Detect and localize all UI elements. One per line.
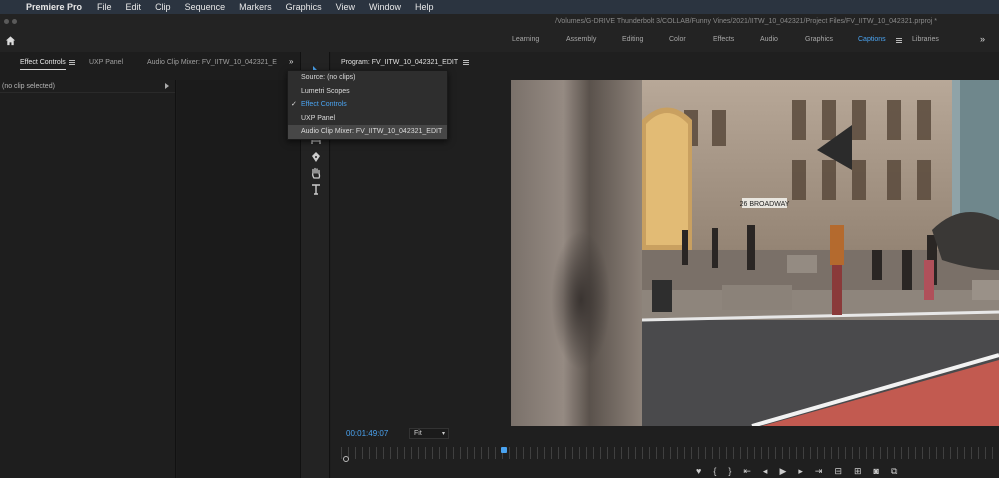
mark-out-icon[interactable]: }: [728, 466, 731, 478]
play-icon[interactable]: ▶: [779, 466, 786, 478]
menu-edit[interactable]: Edit: [126, 2, 142, 12]
workspace-effects[interactable]: Effects: [713, 36, 734, 43]
comparison-view-icon[interactable]: ⧉: [891, 466, 897, 478]
add-marker-icon[interactable]: ♥: [696, 466, 701, 478]
project-path: /Volumes/G-DRIVE Thunderbolt 3/COLLAB/Fu…: [555, 18, 937, 25]
mac-menubar: Premiere Pro File Edit Clip Sequence Mar…: [0, 0, 999, 14]
blurred-pillarbox: [511, 80, 642, 426]
menu-help[interactable]: Help: [415, 2, 434, 12]
workspace-assembly[interactable]: Assembly: [566, 36, 596, 43]
menu-item-audio-clip-mixer[interactable]: Audio Clip Mixer: FV_IITW_10_042321_EDIT: [288, 125, 447, 139]
zoom-fit-select[interactable]: Fit ▾: [409, 428, 449, 439]
workspace-captions[interactable]: Captions: [858, 36, 886, 43]
overwrite-icon[interactable]: ⊞: [854, 466, 862, 478]
left-panel-tabs: Effect Controls UXP Panel Audio Clip Mix…: [0, 52, 300, 72]
pen-tool-icon[interactable]: [309, 150, 323, 164]
tab-effect-controls[interactable]: Effect Controls: [20, 59, 66, 70]
panel-overflow-menu: Source: (no clips) Lumetri Scopes Effect…: [287, 70, 448, 140]
workspace-graphics[interactable]: Graphics: [805, 36, 833, 43]
type-tool-icon[interactable]: [309, 182, 323, 196]
workspace-editing[interactable]: Editing: [622, 36, 643, 43]
expand-triangle-icon[interactable]: [165, 83, 169, 89]
menu-file[interactable]: File: [97, 2, 112, 12]
program-time-ruler[interactable]: [341, 447, 999, 459]
transport-controls: ♥ { } ⇤ ◂ ▶ ▸ ⇥ ⊟ ⊞ ◙ ⧉: [696, 466, 996, 478]
effect-controls-panel: (no clip selected): [0, 80, 176, 478]
menu-view[interactable]: View: [336, 2, 355, 12]
workspace-learning[interactable]: Learning: [512, 36, 539, 43]
menu-clip[interactable]: Clip: [155, 2, 171, 12]
more-workspaces-icon[interactable]: »: [980, 34, 985, 44]
effect-controls-timeline-area: [177, 80, 300, 478]
no-clip-label: (no clip selected): [2, 83, 55, 90]
menu-item-uxp-panel[interactable]: UXP Panel: [288, 112, 447, 126]
menu-window[interactable]: Window: [369, 2, 401, 12]
window-titlebar: /Volumes/G-DRIVE Thunderbolt 3/COLLAB/Fu…: [0, 14, 999, 30]
playhead-timecode[interactable]: 00:01:49:07: [346, 429, 388, 438]
export-frame-icon[interactable]: ◙: [874, 466, 879, 478]
menu-item-lumetri-scopes[interactable]: Lumetri Scopes: [288, 85, 447, 99]
program-menu-icon[interactable]: [463, 60, 469, 65]
workspace-audio[interactable]: Audio: [760, 36, 778, 43]
workspace-color[interactable]: Color: [669, 36, 686, 43]
street-sign-text: 26 BROADWAY: [740, 201, 790, 208]
program-monitor-title[interactable]: Program: FV_IITW_10_042321_EDIT: [341, 59, 458, 66]
menu-markers[interactable]: Markers: [239, 2, 272, 12]
mark-in-icon[interactable]: {: [713, 466, 716, 478]
step-back-icon[interactable]: ◂: [763, 466, 768, 478]
menu-sequence[interactable]: Sequence: [185, 2, 226, 12]
captions-menu-icon[interactable]: [896, 38, 902, 43]
tab-audio-clip-mixer[interactable]: Audio Clip Mixer: FV_IITW_10_042321_E: [147, 59, 277, 66]
window-controls[interactable]: [4, 19, 17, 24]
insert-icon[interactable]: ⊟: [834, 466, 842, 478]
go-to-in-icon[interactable]: ⇤: [743, 466, 751, 478]
panel-overflow-icon[interactable]: »: [289, 57, 293, 66]
workspace-libraries[interactable]: Libraries: [912, 36, 939, 43]
step-forward-icon[interactable]: ▸: [798, 466, 803, 478]
home-icon[interactable]: [5, 35, 16, 46]
playhead-marker[interactable]: [501, 447, 507, 453]
go-to-out-icon[interactable]: ⇥: [815, 466, 823, 478]
menu-item-source[interactable]: Source: (no clips): [288, 71, 447, 85]
menu-graphics[interactable]: Graphics: [286, 2, 322, 12]
video-viewer[interactable]: 26 BROADWAY: [511, 80, 999, 426]
hand-tool-icon[interactable]: [309, 166, 323, 180]
in-point-circle[interactable]: [343, 456, 349, 462]
effect-controls-menu-icon[interactable]: [69, 60, 75, 65]
street-scene-image: 26 BROADWAY: [642, 80, 999, 426]
no-clip-row: (no clip selected): [0, 80, 175, 93]
menu-item-effect-controls[interactable]: Effect Controls: [288, 98, 447, 112]
tab-uxp-panel[interactable]: UXP Panel: [89, 59, 123, 66]
workspaces-bar: Learning Assembly Editing Color Effects …: [0, 30, 999, 52]
app-name-menu[interactable]: Premiere Pro: [26, 2, 82, 12]
